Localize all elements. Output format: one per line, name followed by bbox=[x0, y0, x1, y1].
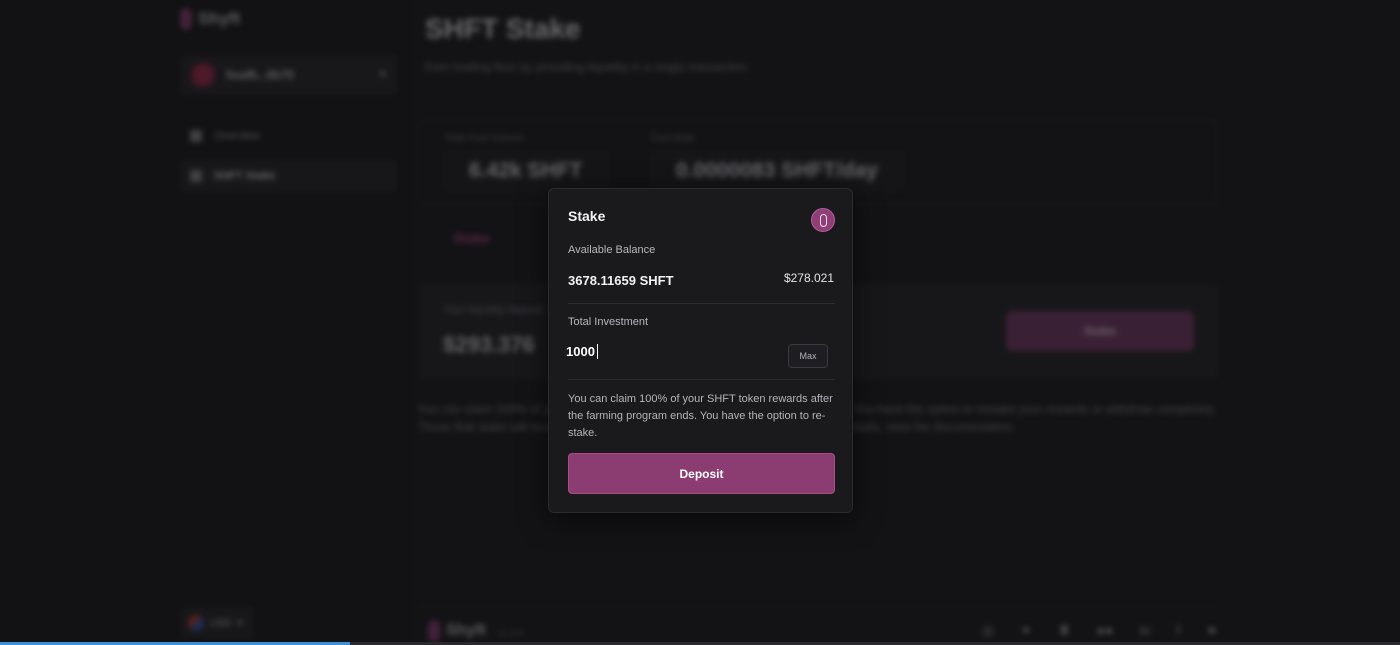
total-investment-label: Total Investment bbox=[568, 316, 649, 328]
available-balance-label: Available Balance bbox=[568, 244, 656, 256]
divider bbox=[568, 303, 835, 304]
available-balance-usd: $278.021 bbox=[783, 271, 834, 285]
stake-modal: Stake Available Balance 3678.11659 SHFT … bbox=[548, 188, 853, 513]
deposit-button[interactable]: Deposit bbox=[568, 453, 835, 494]
divider bbox=[568, 379, 835, 380]
claim-info-text: You can claim 100% of your SHFT token re… bbox=[568, 393, 833, 439]
modal-title: Stake bbox=[568, 208, 606, 224]
shft-token-icon bbox=[811, 208, 835, 232]
text-caret bbox=[597, 344, 598, 359]
max-button[interactable]: Max bbox=[788, 344, 828, 368]
shft-token-glyph bbox=[819, 213, 827, 227]
investment-amount-input[interactable] bbox=[566, 339, 766, 363]
available-balance-amount: 3678.11659 SHFT bbox=[568, 273, 674, 288]
